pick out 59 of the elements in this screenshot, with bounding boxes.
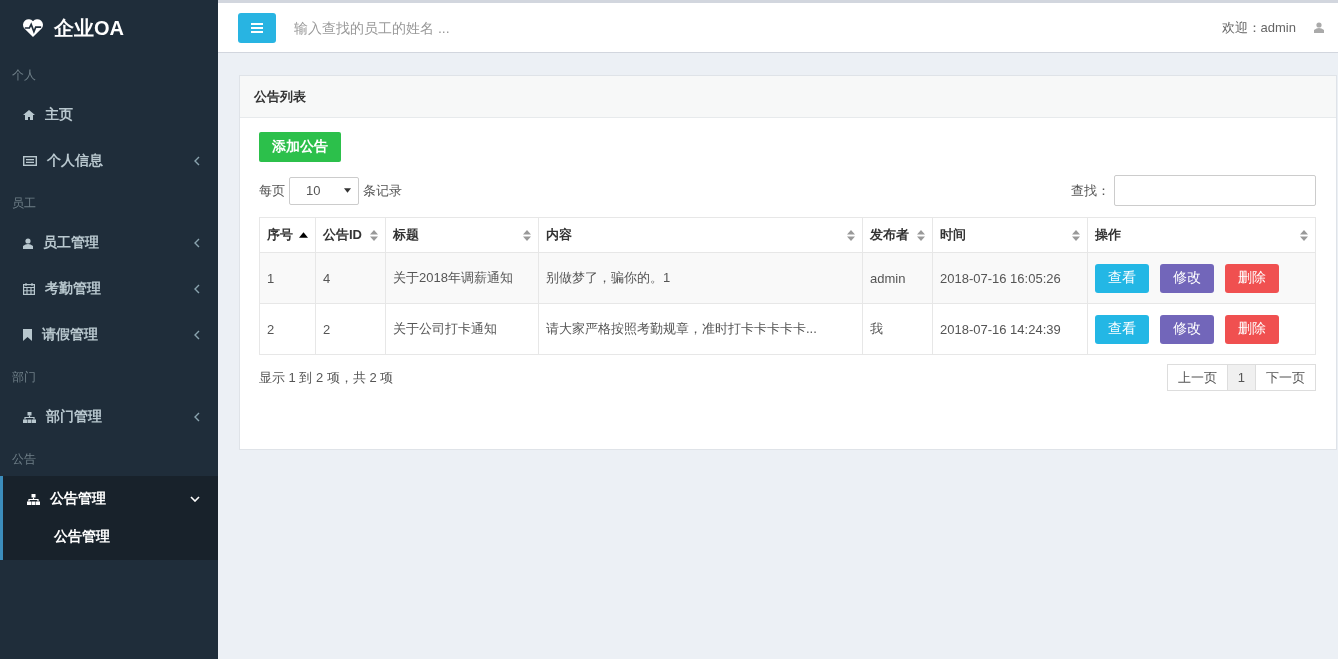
sidebar-item[interactable]: 主页 [0, 92, 218, 138]
dropdown-icon [344, 188, 351, 193]
sidebar-section-label: 公告 [11, 451, 37, 468]
sidebar-section-label: 部门 [11, 369, 37, 386]
sidebar-item[interactable]: 个人信息 [0, 138, 218, 184]
sidebar-item[interactable]: 请假管理 [0, 312, 218, 358]
page-size-label: 条记录 [363, 181, 402, 200]
table-cell: 2018-07-16 16:05:26 [932, 252, 1088, 304]
pagination-button[interactable]: 上一页 [1166, 364, 1228, 391]
search-field[interactable] [1114, 175, 1316, 206]
home-icon [23, 110, 35, 120]
table-cell: 4 [315, 252, 386, 304]
sitemap-icon [27, 493, 40, 505]
table-cell: 我 [862, 303, 933, 355]
sidebar-item[interactable]: 部门管理 [0, 394, 218, 440]
table-cell: admin [862, 252, 933, 304]
table-cell: 请大家严格按照考勤规章，准时打卡卡卡卡卡... [538, 303, 863, 355]
delete-button[interactable]: 删除 [1225, 263, 1279, 293]
user-icon[interactable] [1314, 22, 1324, 33]
page-size-select[interactable]: 10 [289, 176, 359, 205]
edit-button[interactable]: 修改 [1160, 263, 1214, 293]
table-cell: 关于2018年调薪通知 [385, 252, 539, 304]
sidebar-section-label: 个人 [11, 67, 37, 84]
table-cell: 2018-07-16 14:24:39 [932, 303, 1088, 355]
column-header[interactable]: 标题 [385, 217, 539, 253]
column-header[interactable]: 操作 [1087, 217, 1316, 253]
calendar-icon [23, 283, 35, 295]
sidebar-item[interactable]: 考勤管理 [0, 266, 218, 312]
table-cell: 2 [259, 303, 316, 355]
table-cell: 2 [315, 303, 386, 355]
column-header[interactable]: 发布者 [862, 217, 933, 253]
column-header[interactable]: 序号 [259, 217, 316, 253]
welcome-text: 欢迎：admin [1221, 18, 1296, 37]
user-icon [23, 237, 33, 249]
sitemap-icon [23, 411, 36, 423]
search-label: 查找： [1071, 181, 1110, 200]
heartbeat-icon [22, 18, 44, 38]
table-info: 显示 1 到 2 项，共 2 项 [259, 368, 394, 387]
table-cell: 别做梦了，骗你的。1 [538, 252, 863, 304]
id-card-icon [23, 156, 37, 166]
column-header[interactable]: 时间 [932, 217, 1088, 253]
pagination-button[interactable]: 1 [1226, 364, 1256, 391]
menu-button[interactable] [238, 12, 276, 43]
sidebar-item[interactable]: 员工管理 [0, 220, 218, 266]
page-size-label: 每页 [259, 181, 285, 200]
sidebar-subitem[interactable]: 公告管理 [3, 522, 218, 560]
delete-button[interactable]: 删除 [1225, 314, 1279, 344]
edit-button[interactable]: 修改 [1160, 314, 1214, 344]
sidebar-section-label: 员工 [11, 195, 37, 212]
column-header[interactable]: 公告ID [315, 217, 386, 253]
bookmark-icon [23, 329, 32, 341]
pagination-button[interactable]: 下一页 [1255, 364, 1316, 391]
sidebar-item[interactable]: 公告管理 [3, 476, 218, 522]
table-cell: 1 [259, 252, 316, 304]
table-cell: 关于公司打卡通知 [385, 303, 539, 355]
menu-icon [251, 22, 263, 33]
column-header[interactable]: 内容 [538, 217, 863, 253]
brand-title: 企业OA [54, 15, 124, 41]
panel-title: 公告列表 [254, 87, 306, 106]
